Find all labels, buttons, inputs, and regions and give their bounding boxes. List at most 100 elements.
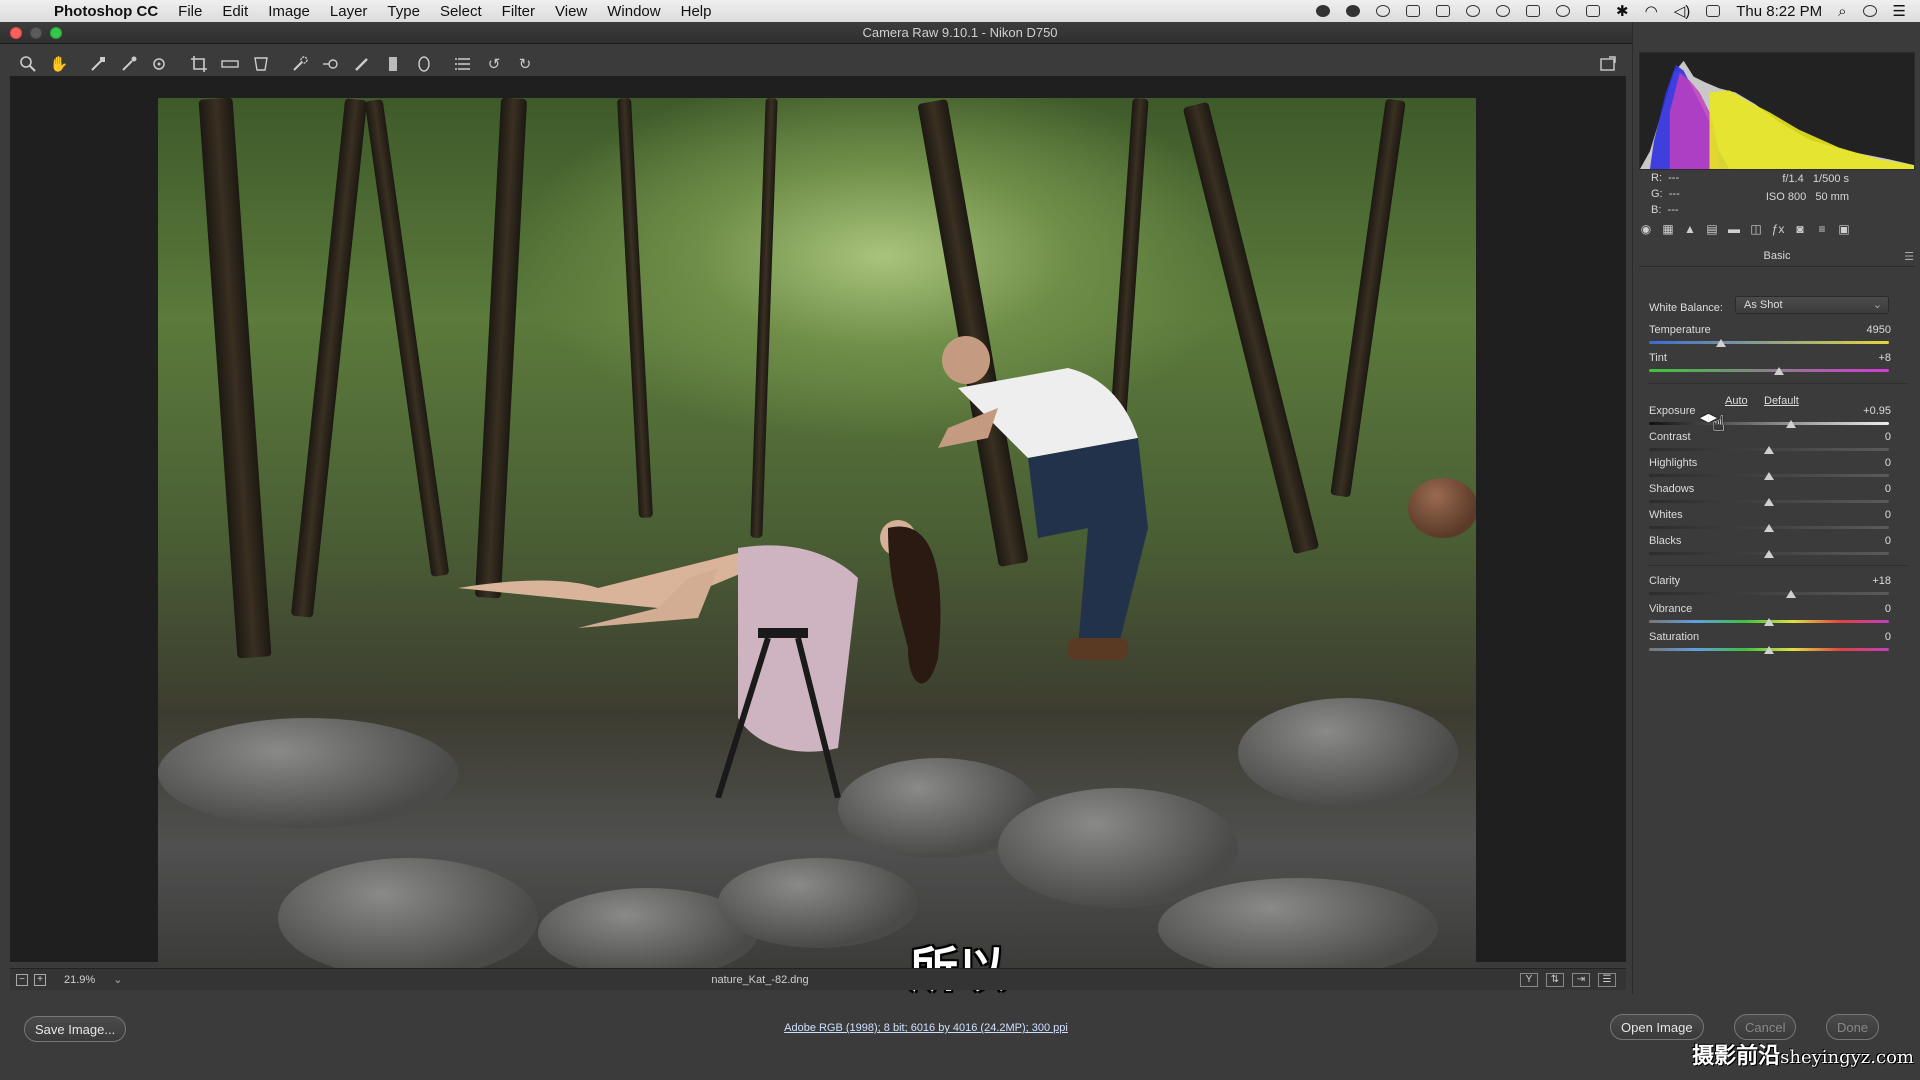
contrast-thumb[interactable] xyxy=(1764,446,1774,454)
siri-icon[interactable] xyxy=(1862,5,1877,17)
menu-edit[interactable]: Edit xyxy=(212,3,258,20)
airplay-icon[interactable] xyxy=(1586,5,1601,17)
minimize-window-button[interactable] xyxy=(30,27,42,39)
adjustment-brush-icon[interactable] xyxy=(352,54,372,74)
spotlight-search-icon[interactable]: ⌕ xyxy=(1838,3,1846,20)
straighten-icon[interactable] xyxy=(220,54,240,74)
tone-curve-tab-icon[interactable]: ▦ xyxy=(1659,220,1677,238)
whites-value[interactable]: 0 xyxy=(1827,509,1891,521)
shadows-slider[interactable] xyxy=(1649,498,1889,506)
contrast-value[interactable]: 0 xyxy=(1827,431,1891,443)
radial-filter-icon[interactable] xyxy=(414,54,434,74)
target-adjust-icon[interactable] xyxy=(150,54,170,74)
menu-layer[interactable]: Layer xyxy=(320,3,378,20)
tint-thumb[interactable] xyxy=(1773,367,1784,375)
blacks-slider[interactable] xyxy=(1649,550,1889,558)
whites-thumb[interactable] xyxy=(1764,524,1774,532)
highlights-value[interactable]: 0 xyxy=(1827,457,1891,469)
presets-tab-icon[interactable]: ≡ xyxy=(1813,220,1831,238)
copy-settings-icon[interactable]: ⇥ xyxy=(1572,972,1590,987)
grid-icon[interactable] xyxy=(1526,5,1541,17)
menu-select[interactable]: Select xyxy=(430,3,492,20)
temperature-thumb[interactable] xyxy=(1716,339,1726,347)
menubar-clock[interactable]: Thu 8:22 PM xyxy=(1736,3,1822,20)
detail-tab-icon[interactable]: ▲ xyxy=(1681,220,1699,238)
camera-icon[interactable] xyxy=(1406,5,1421,17)
spot-removal-icon[interactable] xyxy=(290,54,310,74)
zoom-window-button[interactable] xyxy=(50,27,62,39)
swap-settings-icon[interactable]: ⇅ xyxy=(1546,972,1564,987)
fullscreen-icon[interactable] xyxy=(1598,54,1618,74)
auto-button[interactable]: Auto xyxy=(1725,395,1748,407)
hand-icon[interactable]: ✋ xyxy=(49,54,69,74)
creative-cloud-icon[interactable] xyxy=(1376,5,1391,17)
menu-view[interactable]: View xyxy=(545,3,597,20)
transform-icon[interactable] xyxy=(251,54,271,74)
preferences-icon[interactable] xyxy=(453,54,473,74)
shadows-value[interactable]: 0 xyxy=(1827,483,1891,495)
hsl-tab-icon[interactable]: ▤ xyxy=(1703,220,1721,238)
saturation-slider[interactable] xyxy=(1649,646,1889,654)
whites-slider[interactable] xyxy=(1649,524,1889,532)
check-icon[interactable] xyxy=(1466,5,1481,17)
white-balance-select[interactable]: As Shot ⌄ xyxy=(1735,296,1889,314)
exposure-slider[interactable] xyxy=(1649,420,1889,428)
graduated-filter-icon[interactable] xyxy=(383,54,403,74)
clarity-value[interactable]: +18 xyxy=(1827,575,1891,587)
menu-file[interactable]: File xyxy=(168,3,212,20)
display-icon[interactable] xyxy=(1436,5,1451,17)
volume-icon[interactable]: ◁) xyxy=(1674,2,1691,20)
notification-center-icon[interactable]: ☰ xyxy=(1893,2,1906,20)
panel-menu-icon[interactable]: ☰ xyxy=(1904,250,1914,263)
temperature-slider[interactable] xyxy=(1649,339,1889,347)
vibrance-slider[interactable] xyxy=(1649,618,1889,626)
clarity-thumb[interactable] xyxy=(1785,590,1796,598)
workflow-options-link[interactable]: Adobe RGB (1998); 8 bit; 6016 by 4016 (2… xyxy=(0,1022,1852,1034)
clarity-slider[interactable] xyxy=(1649,590,1889,598)
rotate-ccw-icon[interactable]: ↺ xyxy=(484,54,504,74)
photo-preview[interactable] xyxy=(158,98,1476,978)
exposure-thumb[interactable] xyxy=(1785,420,1796,428)
saturation-value[interactable]: 0 xyxy=(1827,631,1891,643)
crop-icon[interactable] xyxy=(189,54,209,74)
vibrance-thumb[interactable] xyxy=(1764,618,1774,626)
contrast-slider[interactable] xyxy=(1649,446,1889,454)
rotate-cw-icon[interactable]: ↻ xyxy=(515,54,535,74)
white-balance-icon[interactable] xyxy=(88,54,108,74)
image-preview-area[interactable] xyxy=(10,76,1626,978)
preview-preferences-icon[interactable]: ☰ xyxy=(1598,972,1616,987)
menu-filter[interactable]: Filter xyxy=(492,3,545,20)
temperature-value[interactable]: 4950 xyxy=(1827,324,1891,336)
close-window-button[interactable] xyxy=(10,27,22,39)
color-sampler-icon[interactable] xyxy=(119,54,139,74)
default-button[interactable]: Default xyxy=(1764,395,1799,407)
split-toning-tab-icon[interactable]: ▬ xyxy=(1725,220,1743,238)
effects-tab-icon[interactable]: ƒx xyxy=(1769,220,1787,238)
menu-window[interactable]: Window xyxy=(597,3,670,20)
camera-calibration-tab-icon[interactable]: ◙ xyxy=(1791,220,1809,238)
blacks-value[interactable]: 0 xyxy=(1827,535,1891,547)
lens-corrections-tab-icon[interactable]: ◫ xyxy=(1747,220,1765,238)
menu-image[interactable]: Image xyxy=(258,3,320,20)
blacks-thumb[interactable] xyxy=(1764,550,1774,558)
saturation-thumb[interactable] xyxy=(1764,646,1774,654)
exposure-value[interactable]: +0.95 xyxy=(1827,405,1891,417)
status-app-icon[interactable] xyxy=(1316,5,1331,17)
tint-value[interactable]: +8 xyxy=(1827,352,1891,364)
sync-icon[interactable] xyxy=(1496,5,1511,17)
tint-slider[interactable] xyxy=(1649,367,1889,375)
menu-type[interactable]: Type xyxy=(377,3,430,20)
bluetooth-icon[interactable]: ✱ xyxy=(1616,2,1629,20)
basic-tab-icon[interactable]: ◉ xyxy=(1637,220,1655,238)
open-image-button[interactable]: Open Image xyxy=(1610,1014,1704,1040)
vibrance-value[interactable]: 0 xyxy=(1827,603,1891,615)
before-after-toggle-icon[interactable]: Y xyxy=(1520,972,1538,987)
zoom-icon[interactable] xyxy=(18,54,38,74)
done-button[interactable]: Done xyxy=(1826,1014,1880,1040)
highlights-slider[interactable] xyxy=(1649,472,1889,480)
wifi-icon[interactable]: ◠ xyxy=(1645,2,1658,20)
time-machine-icon[interactable] xyxy=(1556,5,1571,17)
menu-help[interactable]: Help xyxy=(671,3,722,20)
shadows-thumb[interactable] xyxy=(1764,498,1774,506)
red-eye-icon[interactable] xyxy=(321,54,341,74)
